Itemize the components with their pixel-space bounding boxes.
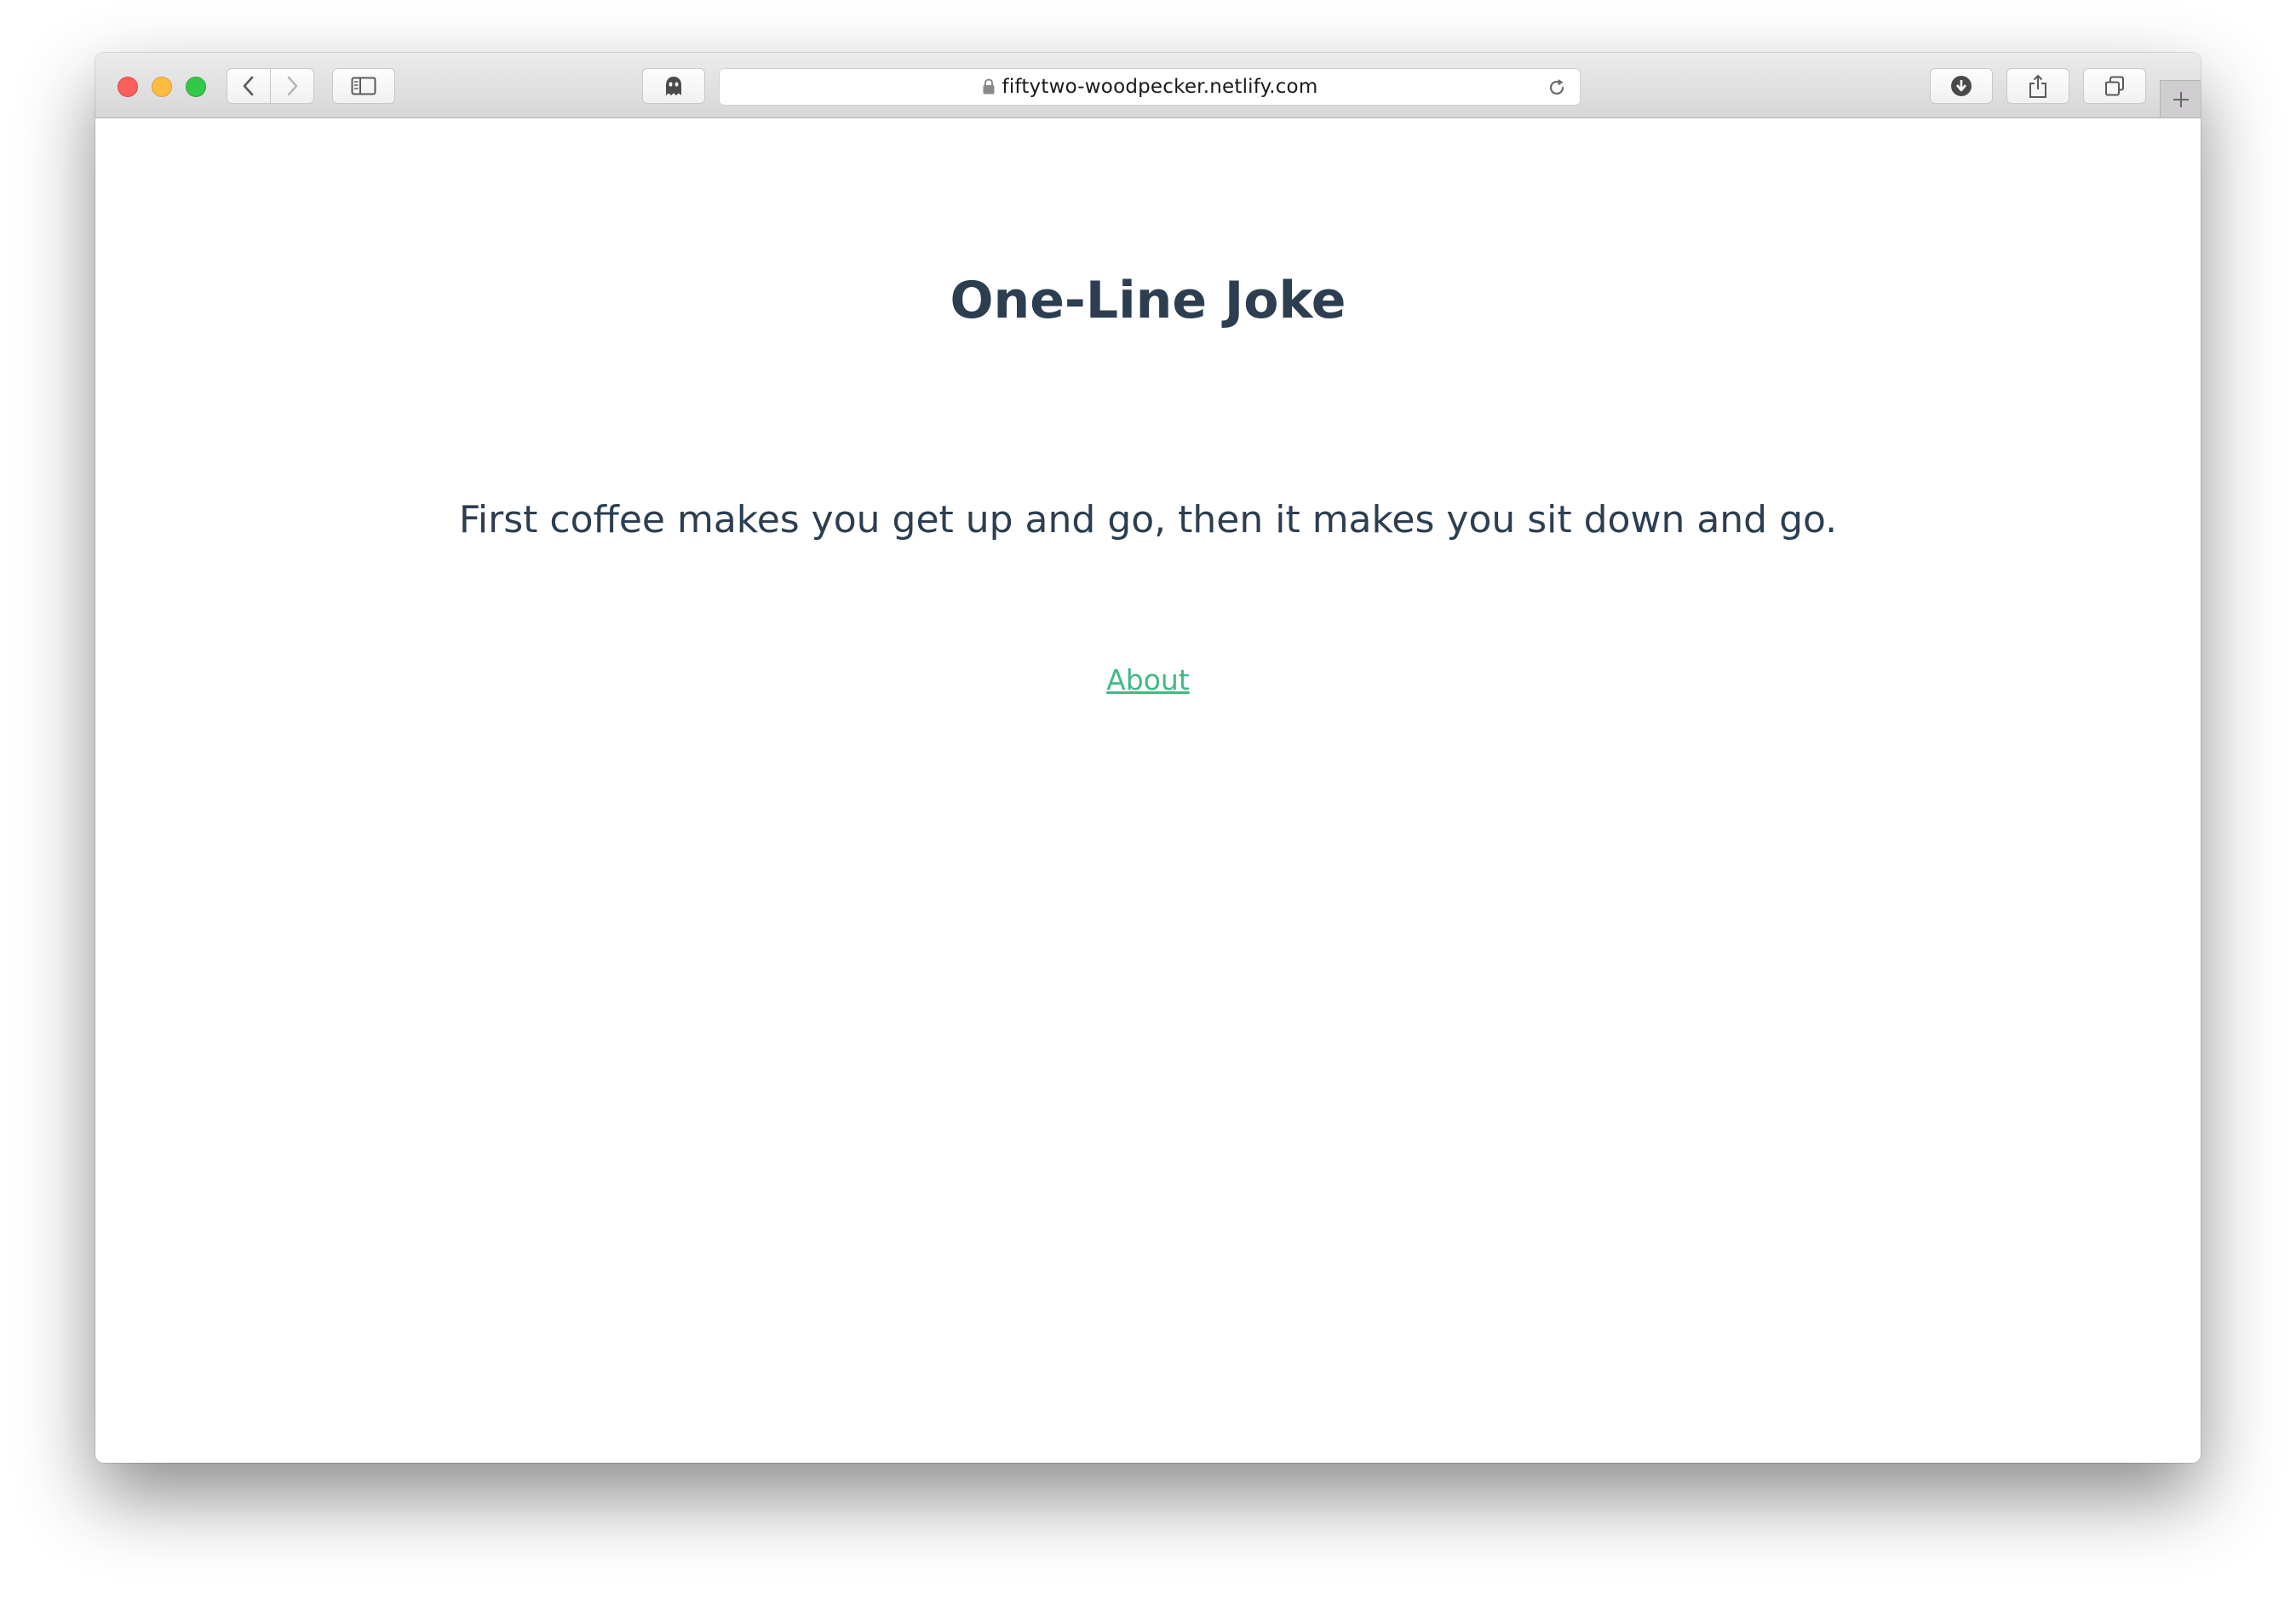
browser-window: fiftytwo-woodpecker.netlify.com One-Line… <box>95 53 2201 1463</box>
share-button[interactable] <box>2006 68 2069 104</box>
back-button[interactable] <box>227 68 271 104</box>
page-content: One-Line Joke First coffee makes you get… <box>95 118 2201 1463</box>
about-link[interactable]: About <box>1106 663 1190 696</box>
minimize-window-button[interactable] <box>152 77 172 97</box>
url-text[interactable]: fiftytwo-woodpecker.netlify.com <box>1002 76 1318 98</box>
share-icon <box>2029 74 2046 98</box>
ghostery-extension-button[interactable] <box>642 68 705 104</box>
ghostery-icon <box>666 77 681 95</box>
zoom-window-button[interactable] <box>186 77 206 97</box>
about-link-container: About <box>95 663 2201 697</box>
plus-icon <box>2173 91 2189 107</box>
forward-button[interactable] <box>270 68 314 104</box>
chevron-left-icon <box>243 76 254 96</box>
address-bar[interactable]: fiftytwo-woodpecker.netlify.com <box>719 68 1581 106</box>
chevron-right-icon <box>287 76 298 96</box>
download-icon <box>1951 76 1972 96</box>
close-window-button[interactable] <box>118 77 138 97</box>
page-title: One-Line Joke <box>950 271 1346 330</box>
show-tabs-button[interactable] <box>2083 68 2146 104</box>
sidebar-icon <box>351 77 376 95</box>
lock-icon <box>983 78 995 95</box>
downloads-button[interactable] <box>1930 68 1993 104</box>
reload-icon[interactable] <box>1546 77 1568 99</box>
browser-toolbar: fiftytwo-woodpecker.netlify.com <box>95 53 2201 118</box>
sidebar-toggle-button[interactable] <box>332 68 395 104</box>
new-tab-button[interactable] <box>2160 80 2201 117</box>
tabs-icon <box>2105 76 2124 96</box>
joke-text: First coffee makes you get up and go, th… <box>458 498 1838 542</box>
